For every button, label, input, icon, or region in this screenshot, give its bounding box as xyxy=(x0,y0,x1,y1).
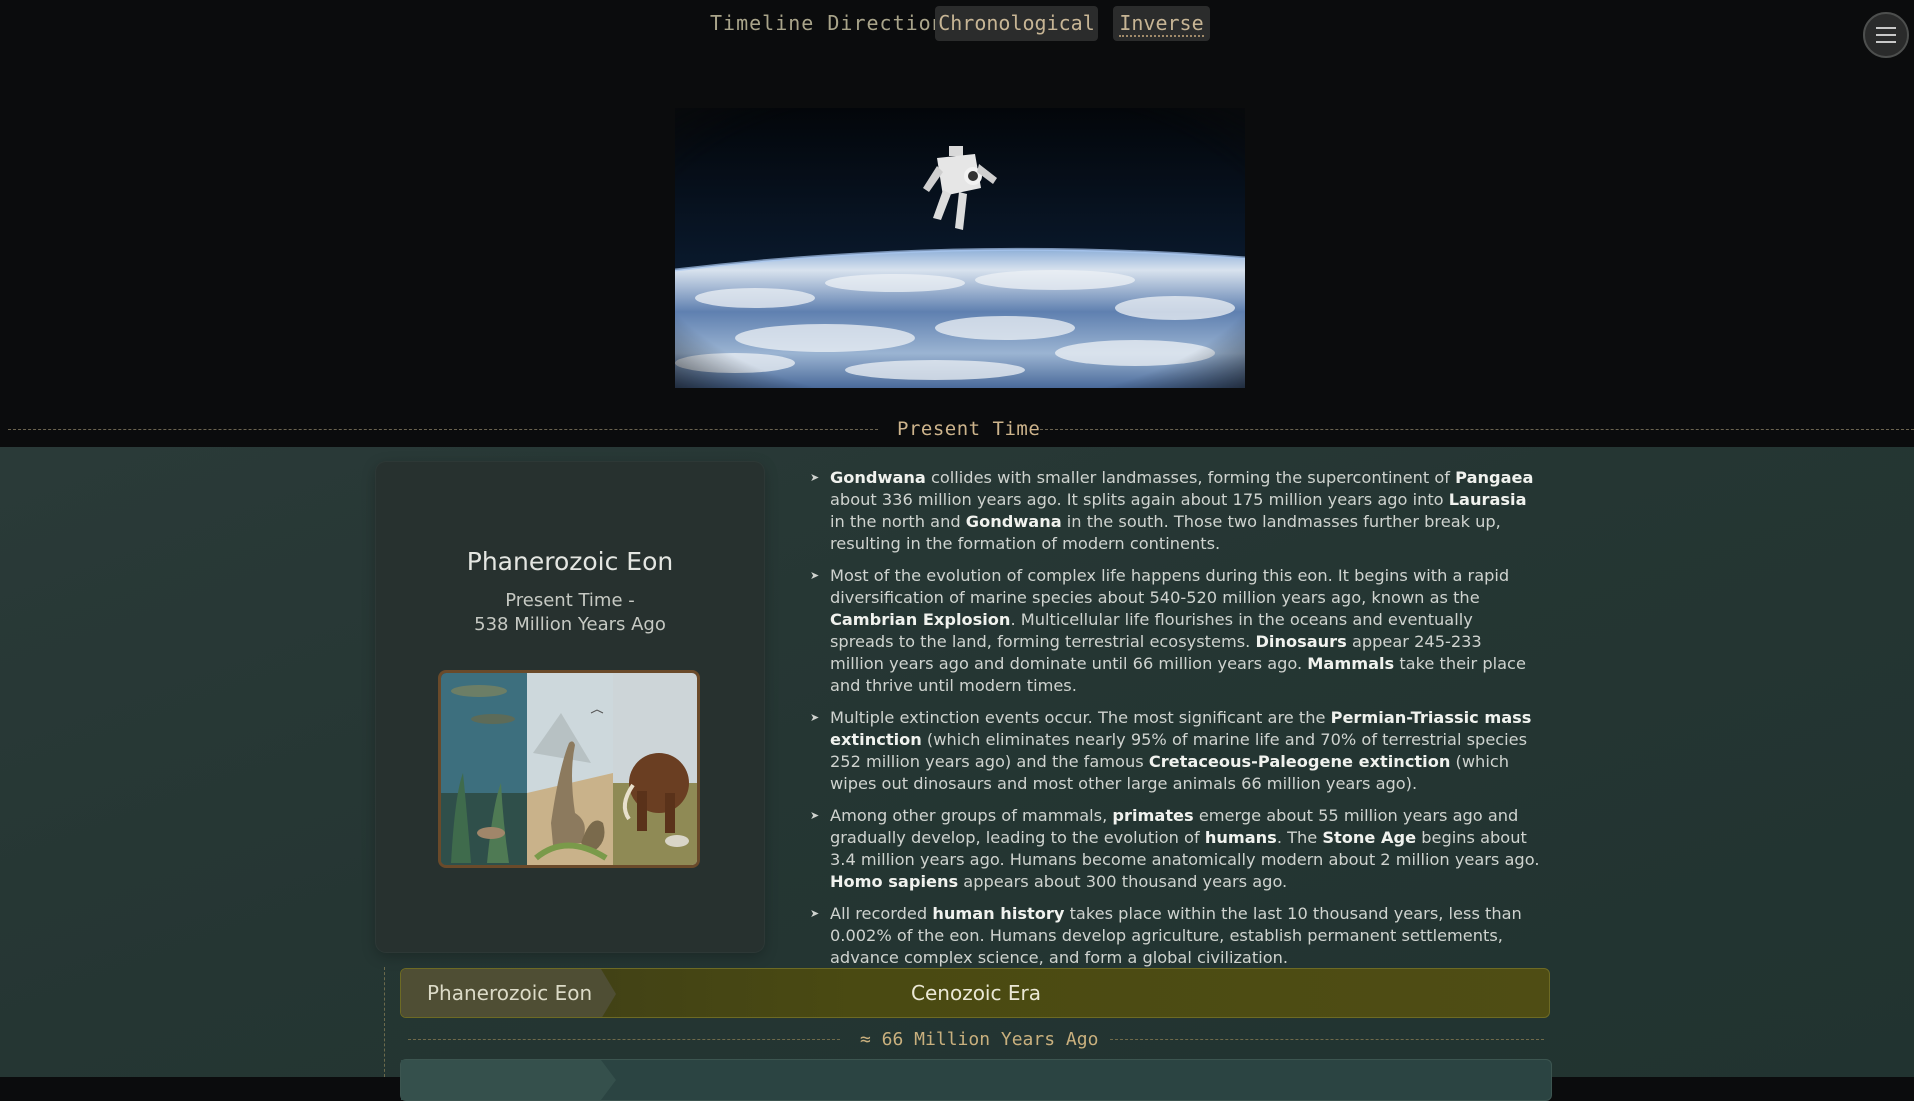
inverse-button-label: Inverse xyxy=(1119,11,1204,37)
era-bar-next[interactable] xyxy=(400,1059,1552,1101)
timeline-vertical-line xyxy=(384,967,385,1077)
eon-fact-item: Most of the evolution of complex life ha… xyxy=(810,565,1540,697)
fact-keyword: Cretaceous-Paleogene extinction xyxy=(1148,752,1451,771)
present-time-divider: Present Time xyxy=(8,418,1914,442)
eon-title: Phanerozoic Eon xyxy=(466,547,674,576)
fact-keyword: human history xyxy=(932,904,1065,923)
era-bar-era-name: Cenozoic Era xyxy=(911,981,1041,1005)
timeline-direction-bar: Timeline Direction: Chronological Invers… xyxy=(0,0,1914,48)
fact-keyword: Gondwana xyxy=(965,512,1062,531)
inverse-button[interactable]: Inverse xyxy=(1113,6,1210,41)
timeline-direction-label: Timeline Direction: xyxy=(710,11,958,35)
eon-image[interactable] xyxy=(438,670,700,868)
fact-keyword: Pangaea xyxy=(1455,468,1534,487)
divider-line-left xyxy=(408,1039,840,1040)
million-years-divider: ≈ 66 Million Years Ago xyxy=(408,1028,1544,1052)
era-bar-cenozoic[interactable]: Phanerozoic Eon Cenozoic Era xyxy=(400,968,1550,1018)
menu-button[interactable] xyxy=(1863,12,1909,58)
astronaut-earth-illustration xyxy=(675,108,1245,388)
fact-keyword: primates xyxy=(1112,806,1194,825)
fact-keyword: Homo sapiens xyxy=(830,872,959,891)
million-years-label: ≈ 66 Million Years Ago xyxy=(860,1029,1099,1050)
fact-keyword: Dinosaurs xyxy=(1255,632,1347,651)
fact-keyword: Laurasia xyxy=(1448,490,1527,509)
present-time-label: Present Time xyxy=(897,418,1041,440)
fact-keyword: Cambrian Explosion xyxy=(830,610,1011,629)
hamburger-menu-icon xyxy=(1876,27,1896,43)
chronological-button[interactable]: Chronological xyxy=(935,6,1098,41)
fact-keyword: Stone Age xyxy=(1322,828,1417,847)
divider-line-right xyxy=(1040,429,1914,430)
eon-card: Phanerozoic Eon Present Time - 538 Milli… xyxy=(376,462,764,952)
eon-fact-item: Among other groups of mammals, primates … xyxy=(810,805,1540,893)
prehistoric-life-collage xyxy=(441,673,697,865)
divider-line-left xyxy=(8,429,878,430)
eon-facts-list: Gondwana collides with smaller landmasse… xyxy=(810,467,1540,979)
fact-keyword: Mammals xyxy=(1307,654,1395,673)
eon-fact-item: Multiple extinction events occur. The mo… xyxy=(810,707,1540,795)
hero-image xyxy=(675,108,1245,388)
fact-keyword: humans xyxy=(1204,828,1277,847)
eon-range-start: Present Time - xyxy=(505,590,635,611)
next-era-eon-tab xyxy=(401,1060,616,1100)
eon-fact-item: All recorded human history takes place w… xyxy=(810,903,1540,969)
eon-fact-item: Gondwana collides with smaller landmasse… xyxy=(810,467,1540,555)
fact-keyword: Gondwana xyxy=(830,468,926,487)
divider-line-right xyxy=(1110,1039,1544,1040)
eon-range-end: 538 Million Years Ago xyxy=(474,614,666,635)
phanerozoic-section: Phanerozoic Eon Present Time - 538 Milli… xyxy=(0,447,1914,1101)
